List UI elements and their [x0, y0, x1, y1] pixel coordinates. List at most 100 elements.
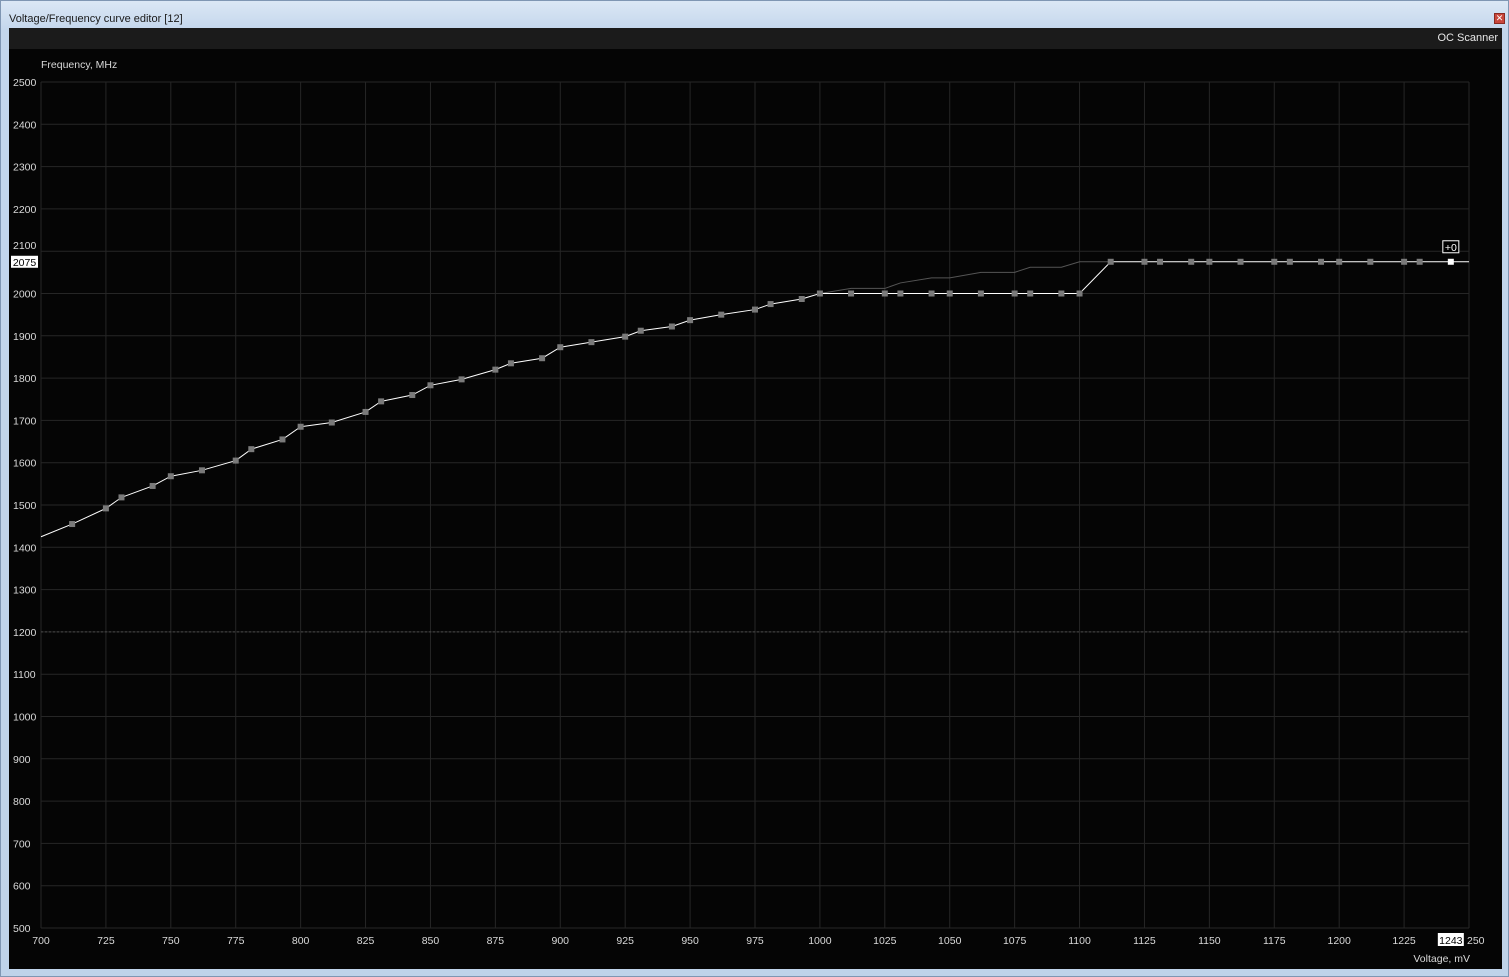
- current-markers: 2075 1243 +0: [11, 240, 1464, 947]
- grid: [40, 81, 1470, 929]
- curve-point[interactable]: [1027, 290, 1034, 297]
- window-title: Voltage/Frequency curve editor [12]: [9, 13, 183, 25]
- x-tick-label: 900: [552, 935, 570, 947]
- y-tick-label: 500: [13, 923, 31, 935]
- current-frequency-label: 2075: [13, 257, 37, 269]
- default-curve-line: [819, 261, 1111, 294]
- curve-point[interactable]: [848, 290, 855, 297]
- curve-point[interactable]: [1416, 258, 1423, 265]
- y-tick-label: 1600: [13, 458, 37, 470]
- curve-point[interactable]: [102, 505, 109, 512]
- curve-point[interactable]: [149, 482, 156, 489]
- curve-point[interactable]: [248, 446, 255, 453]
- x-tick-label: 1100: [1068, 935, 1091, 947]
- curve-point[interactable]: [297, 423, 304, 430]
- toolbar: OC Scanner: [9, 28, 1502, 49]
- x-tick-label: 850: [422, 935, 440, 947]
- curve-point[interactable]: [928, 290, 935, 297]
- x-tick-label: 725: [97, 935, 115, 947]
- x-tick-label: 800: [292, 935, 310, 947]
- curve-point[interactable]: [1286, 258, 1293, 265]
- curve-point[interactable]: [557, 344, 564, 351]
- curve-point[interactable]: [1076, 290, 1083, 297]
- y-tick-labels: 500 600 700 800 900 1000 1100 1200 1300 1400 1500 1…: [13, 77, 37, 935]
- curve-point[interactable]: [539, 355, 546, 362]
- curve-point[interactable]: [1157, 258, 1164, 265]
- curve-point[interactable]: [767, 301, 774, 308]
- curve-point[interactable]: [1188, 258, 1195, 265]
- curve-point[interactable]: [1367, 258, 1374, 265]
- selected-curve-point[interactable]: [1447, 258, 1454, 265]
- y-tick-label: 1900: [13, 331, 37, 343]
- x-tick-label: 925: [616, 935, 634, 947]
- x-tick-label: 875: [487, 935, 505, 947]
- x-tick-label: 1075: [1003, 935, 1027, 947]
- curve-point[interactable]: [118, 494, 125, 501]
- x-tick-label: 1050: [938, 935, 962, 947]
- curve-point[interactable]: [1336, 258, 1343, 265]
- x-tick-label: 1225: [1392, 935, 1416, 947]
- y-tick-label: 2400: [13, 119, 37, 131]
- curve-point[interactable]: [816, 290, 823, 297]
- curve-point[interactable]: [198, 467, 205, 474]
- curve-point[interactable]: [362, 408, 369, 415]
- curve-point[interactable]: [1107, 258, 1114, 265]
- y-tick-label: 800: [13, 796, 31, 808]
- title-bar[interactable]: Voltage/Frequency curve editor [12] ✕: [1, 1, 1508, 27]
- curve-point[interactable]: [1141, 258, 1148, 265]
- curve-point[interactable]: [409, 392, 416, 399]
- curve-point[interactable]: [1237, 258, 1244, 265]
- x-tick-label: 950: [681, 935, 699, 947]
- x-tick-label: 700: [32, 935, 50, 947]
- curve-point[interactable]: [167, 473, 174, 480]
- oc-scanner-button[interactable]: OC Scanner: [1437, 32, 1498, 44]
- curve-point[interactable]: [977, 290, 984, 297]
- curve-point[interactable]: [687, 317, 694, 324]
- vf-curve-chart[interactable]: Frequency, MHz Voltage, mV 500 600 700 800 9…: [9, 49, 1502, 969]
- curve-point[interactable]: [752, 306, 758, 313]
- close-button[interactable]: ✕: [1494, 13, 1505, 24]
- y-tick-label: 2500: [13, 77, 37, 89]
- curve-point[interactable]: [637, 327, 644, 334]
- y-tick-label: 1500: [13, 500, 37, 512]
- curve-points[interactable]: [69, 258, 1454, 528]
- curve-point[interactable]: [1011, 290, 1018, 297]
- y-tick-label: 2200: [13, 204, 37, 216]
- x-tick-label: 1200: [1328, 935, 1352, 947]
- curve-point[interactable]: [279, 436, 286, 443]
- curve-point[interactable]: [69, 521, 76, 528]
- curve-point[interactable]: [622, 333, 629, 340]
- curve-point[interactable]: [881, 290, 888, 297]
- x-tick-label: 1000: [808, 935, 832, 947]
- curve-point[interactable]: [1058, 290, 1065, 297]
- curve-point[interactable]: [588, 339, 595, 346]
- curve-point[interactable]: [378, 398, 385, 405]
- x-tick-label: 250: [1467, 935, 1485, 947]
- y-tick-label: 2000: [13, 289, 37, 301]
- y-tick-label: 1400: [13, 542, 37, 554]
- curve-point[interactable]: [798, 295, 805, 302]
- curve-point[interactable]: [328, 419, 335, 426]
- y-tick-label: 900: [13, 754, 31, 766]
- curve-point[interactable]: [718, 311, 725, 318]
- curve-point[interactable]: [897, 290, 904, 297]
- curve-point[interactable]: [1401, 258, 1408, 265]
- x-tick-label: 825: [357, 935, 375, 947]
- curve-point[interactable]: [492, 366, 499, 373]
- curve-point[interactable]: [232, 457, 239, 464]
- curve-point[interactable]: [1206, 258, 1213, 265]
- curve-point[interactable]: [1318, 258, 1325, 265]
- curve-point[interactable]: [1271, 258, 1278, 265]
- x-tick-label: 750: [162, 935, 180, 947]
- curve-point[interactable]: [458, 376, 465, 383]
- x-tick-label: 775: [227, 935, 245, 947]
- curve-point[interactable]: [507, 360, 514, 367]
- curve-point[interactable]: [946, 290, 953, 297]
- y-axis-title: Frequency, MHz: [41, 59, 117, 71]
- curve-point[interactable]: [668, 323, 675, 330]
- curve-point[interactable]: [427, 382, 434, 389]
- y-tick-label: 1000: [13, 712, 37, 724]
- y-tick-label: 1800: [13, 373, 37, 385]
- y-tick-label: 2100: [13, 240, 37, 252]
- curve-editor-window: Voltage/Frequency curve editor [12] ✕ OC…: [0, 0, 1509, 977]
